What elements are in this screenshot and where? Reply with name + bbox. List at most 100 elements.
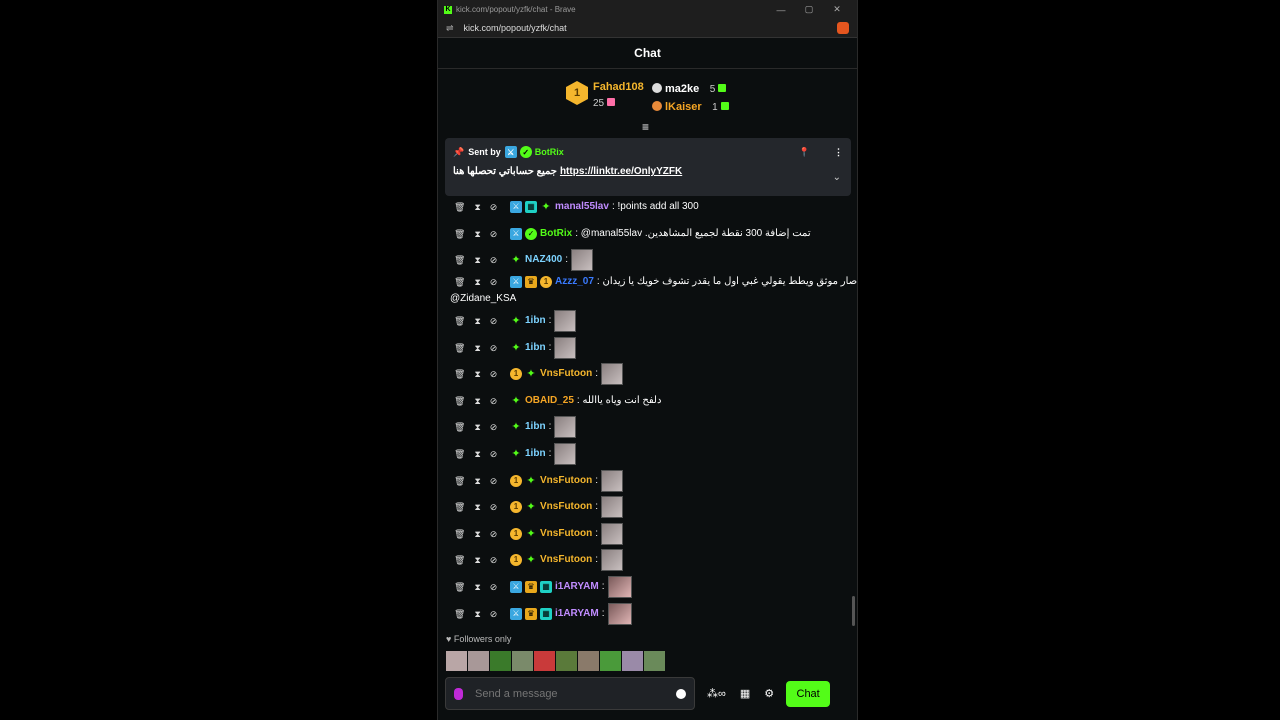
chat-username[interactable]: 1ibn [525, 341, 546, 355]
timeout-icon[interactable]: ⧗ [474, 275, 480, 289]
emote-item[interactable] [490, 651, 511, 671]
trash-icon[interactable]: 🗑 [454, 314, 465, 328]
ban-icon[interactable]: ⊘ [490, 341, 498, 355]
trash-icon[interactable]: 🗑 [454, 474, 465, 488]
emote-image[interactable] [601, 549, 623, 572]
emote-item[interactable] [556, 651, 577, 671]
ban-icon[interactable]: ⊘ [490, 553, 498, 567]
trash-icon[interactable]: 🗑 [454, 607, 465, 621]
ban-icon[interactable]: ⊘ [490, 227, 498, 241]
chat-username[interactable]: VnsFutoon [540, 474, 592, 488]
site-settings-icon[interactable]: ⇌ [446, 23, 454, 34]
emote-item[interactable] [468, 651, 489, 671]
trash-icon[interactable]: 🗑 [454, 227, 465, 241]
emote-item[interactable] [534, 651, 555, 671]
store-icon[interactable]: ▦ [740, 687, 750, 700]
timeout-icon[interactable]: ⧗ [474, 367, 480, 381]
emote-item[interactable] [622, 651, 643, 671]
leaderboard-first[interactable]: 1 Fahad108 25 [566, 81, 644, 111]
ban-icon[interactable]: ⊘ [490, 500, 498, 514]
chat-username[interactable]: i1ARYAM [555, 607, 599, 621]
ban-icon[interactable]: ⊘ [490, 367, 498, 381]
timeout-icon[interactable]: ⧗ [474, 553, 480, 567]
chevron-down-icon[interactable]: ⌄ [833, 172, 841, 183]
chat-username[interactable]: VnsFutoon [540, 500, 592, 514]
timeout-icon[interactable]: ⧗ [474, 341, 480, 355]
ban-icon[interactable]: ⊘ [490, 527, 498, 541]
emote-image[interactable] [554, 310, 577, 333]
url-text[interactable]: kick.com/popout/yzfk/chat [464, 23, 837, 33]
unpin-icon[interactable]: 📍 [799, 147, 810, 158]
emote-item[interactable] [578, 651, 599, 671]
filter-icon[interactable]: ≡ [642, 120, 649, 134]
chat-username[interactable]: NAZ400 [525, 253, 562, 267]
trash-icon[interactable]: 🗑 [454, 420, 465, 434]
leaderboard-second[interactable]: ma2ke 5 [652, 79, 727, 97]
message-input[interactable] [475, 687, 676, 700]
chat-username[interactable]: VnsFutoon [540, 553, 592, 567]
ban-icon[interactable]: ⊘ [490, 394, 498, 408]
ban-icon[interactable]: ⊘ [490, 447, 498, 461]
chat-username[interactable]: i1ARYAM [555, 580, 599, 594]
trash-icon[interactable]: 🗑 [454, 253, 465, 267]
chat-username[interactable]: OBAID_25 [525, 394, 574, 408]
address-bar[interactable]: ⇌ kick.com/popout/yzfk/chat [438, 19, 857, 38]
points-icon[interactable]: ⁂∞ [707, 687, 726, 700]
emote-image[interactable] [554, 336, 577, 359]
ban-icon[interactable]: ⊘ [490, 314, 498, 328]
timeout-icon[interactable]: ⧗ [474, 394, 480, 408]
ban-icon[interactable]: ⊘ [490, 474, 498, 488]
timeout-icon[interactable]: ⧗ [474, 447, 480, 461]
emote-image[interactable] [554, 443, 577, 466]
ban-icon[interactable]: ⊘ [490, 253, 498, 267]
trash-icon[interactable]: 🗑 [454, 553, 465, 567]
emote-image[interactable] [607, 576, 632, 599]
trash-icon[interactable]: 🗑 [454, 341, 465, 355]
timeout-icon[interactable]: ⧗ [474, 474, 480, 488]
chat-message-mention[interactable]: @Zidane_KSA [450, 292, 855, 306]
maximize-button[interactable]: ▢ [795, 4, 823, 15]
ban-icon[interactable]: ⊘ [490, 275, 498, 289]
ban-icon[interactable]: ⊘ [490, 580, 498, 594]
emote-image[interactable] [601, 522, 623, 545]
emote-item[interactable] [644, 651, 665, 671]
emote-item[interactable] [512, 651, 533, 671]
timeout-icon[interactable]: ⧗ [474, 500, 480, 514]
emoji-icon[interactable] [676, 688, 686, 699]
ban-icon[interactable]: ⊘ [490, 420, 498, 434]
pinned-user[interactable]: BotRix [535, 147, 564, 157]
trash-icon[interactable]: 🗑 [454, 200, 465, 214]
trash-icon[interactable]: 🗑 [454, 580, 465, 594]
timeout-icon[interactable]: ⧗ [474, 420, 480, 434]
microphone-icon[interactable] [454, 687, 463, 700]
trash-icon[interactable]: 🗑 [454, 367, 465, 381]
chat-username[interactable]: Azzz_07 [555, 275, 594, 289]
brave-shields-icon[interactable] [837, 22, 849, 34]
emote-item[interactable] [600, 651, 621, 671]
minimize-button[interactable]: — [767, 5, 795, 15]
more-options-icon[interactable]: ⋮ [834, 147, 843, 158]
trash-icon[interactable]: 🗑 [454, 500, 465, 514]
emote-image[interactable] [601, 363, 623, 386]
trash-icon[interactable]: 🗑 [454, 275, 465, 289]
chat-username[interactable]: VnsFutoon [540, 527, 592, 541]
timeout-icon[interactable]: ⧗ [474, 314, 480, 328]
emote-image[interactable] [554, 416, 577, 439]
chat-username[interactable]: 1ibn [525, 314, 546, 328]
gear-icon[interactable]: ⚙ [764, 687, 774, 700]
timeout-icon[interactable]: ⧗ [474, 253, 480, 267]
close-window-button[interactable]: ✕ [823, 4, 851, 15]
ban-icon[interactable]: ⊘ [490, 200, 498, 214]
timeout-icon[interactable]: ⧗ [474, 527, 480, 541]
trash-icon[interactable]: 🗑 [454, 447, 465, 461]
chat-username[interactable]: 1ibn [525, 420, 546, 434]
trash-icon[interactable]: 🗑 [454, 394, 465, 408]
trash-icon[interactable]: 🗑 [454, 527, 465, 541]
timeout-icon[interactable]: ⧗ [474, 607, 480, 621]
emote-image[interactable] [607, 602, 632, 625]
emote-image[interactable] [601, 469, 623, 492]
leaderboard-third[interactable]: lKaiser 1 [652, 97, 729, 115]
send-chat-button[interactable]: Chat [786, 680, 831, 707]
emote-image[interactable] [601, 496, 623, 519]
ban-icon[interactable]: ⊘ [490, 607, 498, 621]
